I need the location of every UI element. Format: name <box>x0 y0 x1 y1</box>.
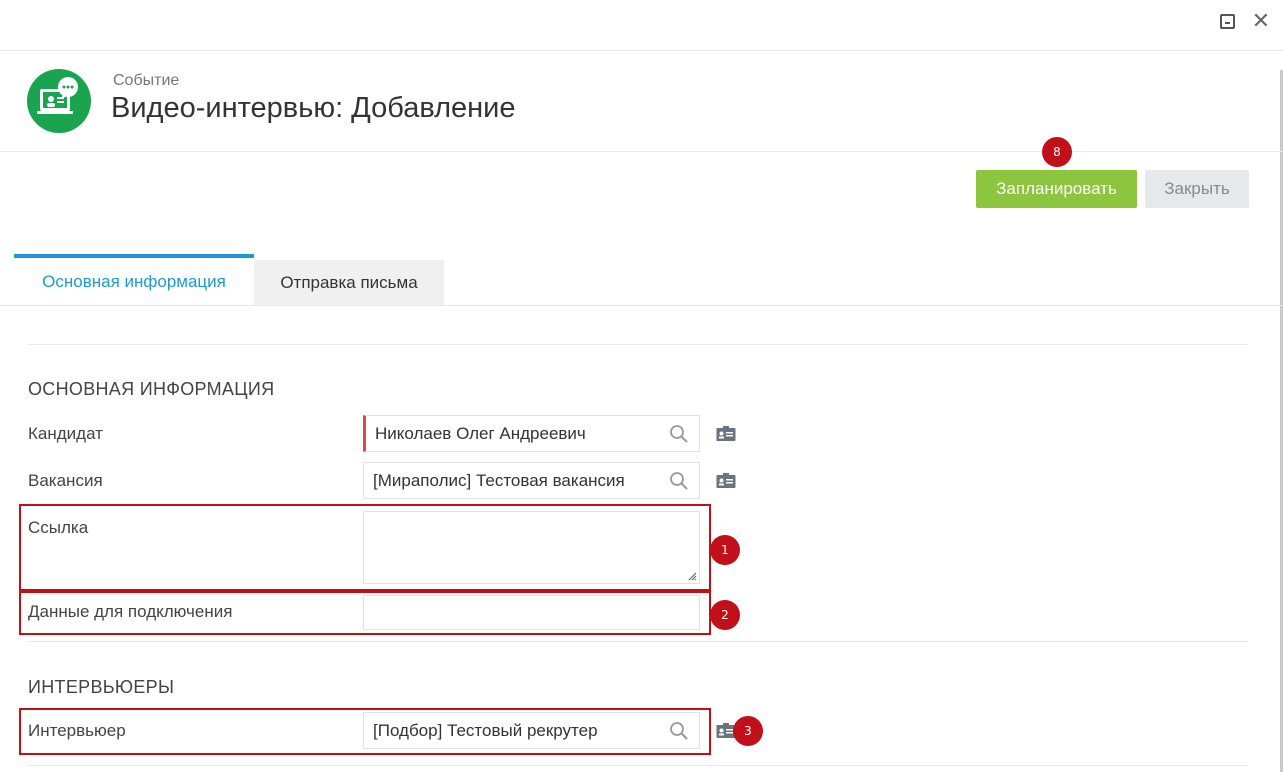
resize-handle-icon[interactable] <box>687 571 697 581</box>
candidate-field[interactable]: Николаев Олег Андреевич <box>363 415 700 452</box>
section-title-interviewers: ИНТЕРВЬЮЕРЫ <box>28 677 175 697</box>
divider <box>28 641 1248 642</box>
vacancy-field[interactable]: [Мираполис] Тестовая вакансия <box>363 462 700 499</box>
annotation-badge-3: 3 <box>733 716 763 746</box>
divider <box>28 344 1248 345</box>
video-chat-icon <box>27 69 91 133</box>
search-icon[interactable] <box>669 721 689 741</box>
interviewer-field[interactable]: [Подбор] Тестовый рекрутер <box>363 712 700 749</box>
tabs-baseline <box>0 305 1283 306</box>
page-title: Видео-интервью: Добавление <box>111 92 516 124</box>
connection-label: Данные для подключения <box>28 602 233 621</box>
divider <box>0 151 1283 152</box>
vacancy-label: Вакансия <box>28 471 103 490</box>
vacancy-value: [Мираполис] Тестовая вакансия <box>373 471 625 490</box>
search-icon[interactable] <box>669 471 689 491</box>
section-title-main: ОСНОВНАЯ ИНФОРМАЦИЯ <box>28 379 275 399</box>
search-icon[interactable] <box>669 424 689 444</box>
close-button[interactable]: Закрыть <box>1145 170 1249 208</box>
minimize-icon <box>1219 13 1235 29</box>
tab-send-email[interactable]: Отправка письма <box>254 260 444 305</box>
candidate-value: Николаев Олег Андреевич <box>375 424 586 443</box>
minimize-button[interactable] <box>1216 10 1238 32</box>
annotation-badge-2: 2 <box>710 600 740 630</box>
divider <box>0 50 1283 51</box>
interviewer-value: [Подбор] Тестовый рекрутер <box>373 721 598 740</box>
interviewer-label: Интервьюер <box>28 721 126 740</box>
link-textarea[interactable] <box>363 511 700 584</box>
annotation-badge-1: 1 <box>710 535 740 565</box>
card-icon[interactable] <box>716 426 736 442</box>
tab-main-info[interactable]: Основная информация <box>14 254 254 305</box>
connection-field[interactable] <box>363 595 700 630</box>
candidate-label: Кандидат <box>28 424 103 443</box>
divider <box>28 765 1248 766</box>
close-icon: ✕ <box>1251 8 1271 33</box>
schedule-button[interactable]: Запланировать <box>976 170 1137 208</box>
close-window-button[interactable]: ✕ <box>1250 10 1272 32</box>
page-subtitle: Событие <box>113 72 180 89</box>
card-icon[interactable] <box>716 473 736 489</box>
link-label: Ссылка <box>28 518 89 537</box>
annotation-badge-8: 8 <box>1042 137 1072 167</box>
